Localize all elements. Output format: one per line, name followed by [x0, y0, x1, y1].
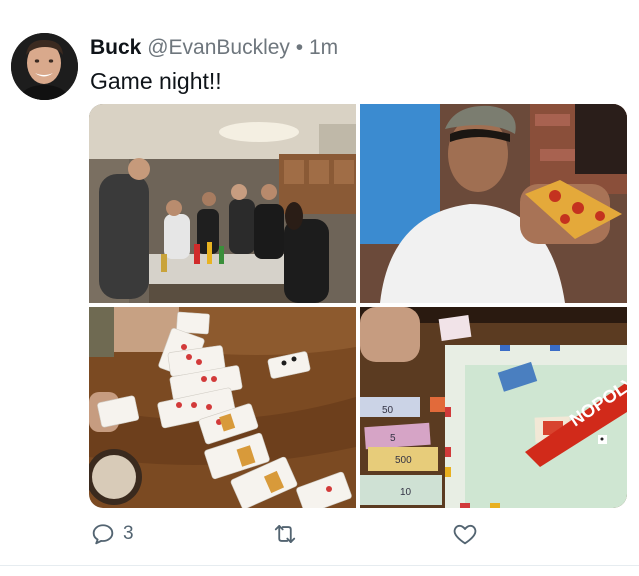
- tweet-card[interactable]: Buck @EvanBuckley • 1m Game night!! NOPO…: [0, 0, 639, 576]
- money-5-label: 5: [390, 433, 396, 444]
- display-name[interactable]: Buck: [90, 36, 141, 59]
- separator-dot: •: [295, 36, 304, 59]
- avatar[interactable]: [11, 33, 78, 100]
- like-button[interactable]: [451, 520, 479, 548]
- photo-group-in-kitchen[interactable]: [89, 104, 356, 303]
- money-500-label: 500: [395, 455, 412, 466]
- photo-man-eating-pizza[interactable]: [360, 104, 627, 303]
- photo-monopoly-board[interactable]: NOPOLY 50 5 500 10: [360, 307, 627, 508]
- money-50-label: 50: [382, 405, 394, 416]
- user-handle[interactable]: @EvanBuckley: [147, 36, 290, 59]
- money-10-label: 10: [400, 487, 412, 498]
- retweet-button[interactable]: [270, 520, 300, 548]
- tweet-header: Buck @EvanBuckley • 1m: [90, 36, 338, 60]
- speech-bubble-icon: [89, 520, 117, 548]
- timestamp[interactable]: 1m: [309, 36, 338, 59]
- avatar-photo: [11, 33, 78, 100]
- retweet-arrows-icon: [270, 520, 300, 548]
- heart-outline-icon: [451, 520, 479, 548]
- action-bar: 3: [89, 520, 509, 556]
- reply-button[interactable]: 3: [89, 520, 134, 548]
- media-grid: NOPOLY 50 5 500 10: [89, 104, 627, 508]
- divider: [0, 565, 639, 566]
- tweet-text: Game night!!: [90, 68, 222, 94]
- reply-count: 3: [123, 523, 134, 544]
- photo-card-game[interactable]: [89, 307, 356, 508]
